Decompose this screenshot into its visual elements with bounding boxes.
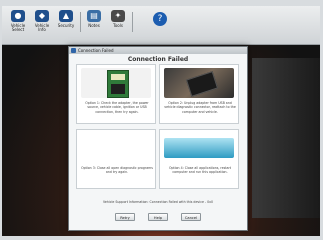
toolbar-button-label: Vehicle Info [34,23,50,32]
toolbar-button-tools[interactable]: ✦ Tools [108,10,128,28]
dialog-window-title: Connection Failed [78,48,114,53]
vehicle-support-status: Vehicle Support Information: Connection … [102,200,214,204]
toolbar-button-label: Notes [88,23,100,28]
toolbar-separator [80,12,81,32]
notes-icon: ▤ [87,10,101,22]
shield-icon: ▲ [59,10,73,22]
toolbar-button-vehicle-info[interactable]: ◆ Vehicle Info [32,10,52,32]
app-icon [71,48,76,53]
info-icon: ◆ [35,10,49,22]
toolbar-separator [132,12,133,32]
vehicle-icon: ● [11,10,25,22]
monitor-photo-frame: ● Vehicle Select ◆ Vehicle Info ▲ Securi… [0,0,323,240]
help-button[interactable]: Help [148,213,168,221]
option-card-4: Option 4: Close all applications, restar… [159,129,239,189]
toolbar-button-label: Security [57,23,75,28]
option-text: Option 3: Close all open diagnostic prog… [81,166,153,175]
main-toolbar: ● Vehicle Select ◆ Vehicle Info ▲ Securi… [2,6,320,45]
cancel-button[interactable]: Cancel [181,213,201,221]
dialog-heading: Connection Failed [127,56,189,63]
help-icon[interactable]: ? [153,12,167,26]
option-card-1: Option 1: Check the adapter, the power s… [76,64,156,124]
option-card-2: Option 2: Unplug adapter from USB and ve… [159,64,239,124]
option-text: Option 1: Check the adapter, the power s… [85,101,149,114]
screen: ● Vehicle Select ◆ Vehicle Info ▲ Securi… [2,6,320,236]
option-text: Option 2: Unplug adapter from USB and ve… [164,101,236,114]
adapter-device-icon [185,71,219,97]
toolbar-button-label: Vehicle Select [10,23,26,32]
toolbar-button-security[interactable]: ▲ Security [56,10,76,28]
desktop-image [164,138,234,158]
adapter-board-image [81,68,151,98]
adapter-device-image [164,68,234,98]
background-window [252,58,320,218]
option-card-3: Option 3: Close all open diagnostic prog… [76,129,156,189]
option-text: Option 4: Close all applications, restar… [168,166,232,175]
dialog-titlebar[interactable]: Connection Failed [69,47,247,54]
connection-failed-dialog: Connection Failed Connection Failed Opti… [68,46,248,231]
retry-button[interactable]: Retry [115,213,135,221]
toolbar-button-vehicle-select[interactable]: ● Vehicle Select [8,10,28,32]
tools-icon: ✦ [111,10,125,22]
circuit-board-icon [107,70,129,98]
toolbar-button-notes[interactable]: ▤ Notes [84,10,104,28]
toolbar-button-label: Tools [113,23,123,28]
option-image-blank [81,133,151,163]
